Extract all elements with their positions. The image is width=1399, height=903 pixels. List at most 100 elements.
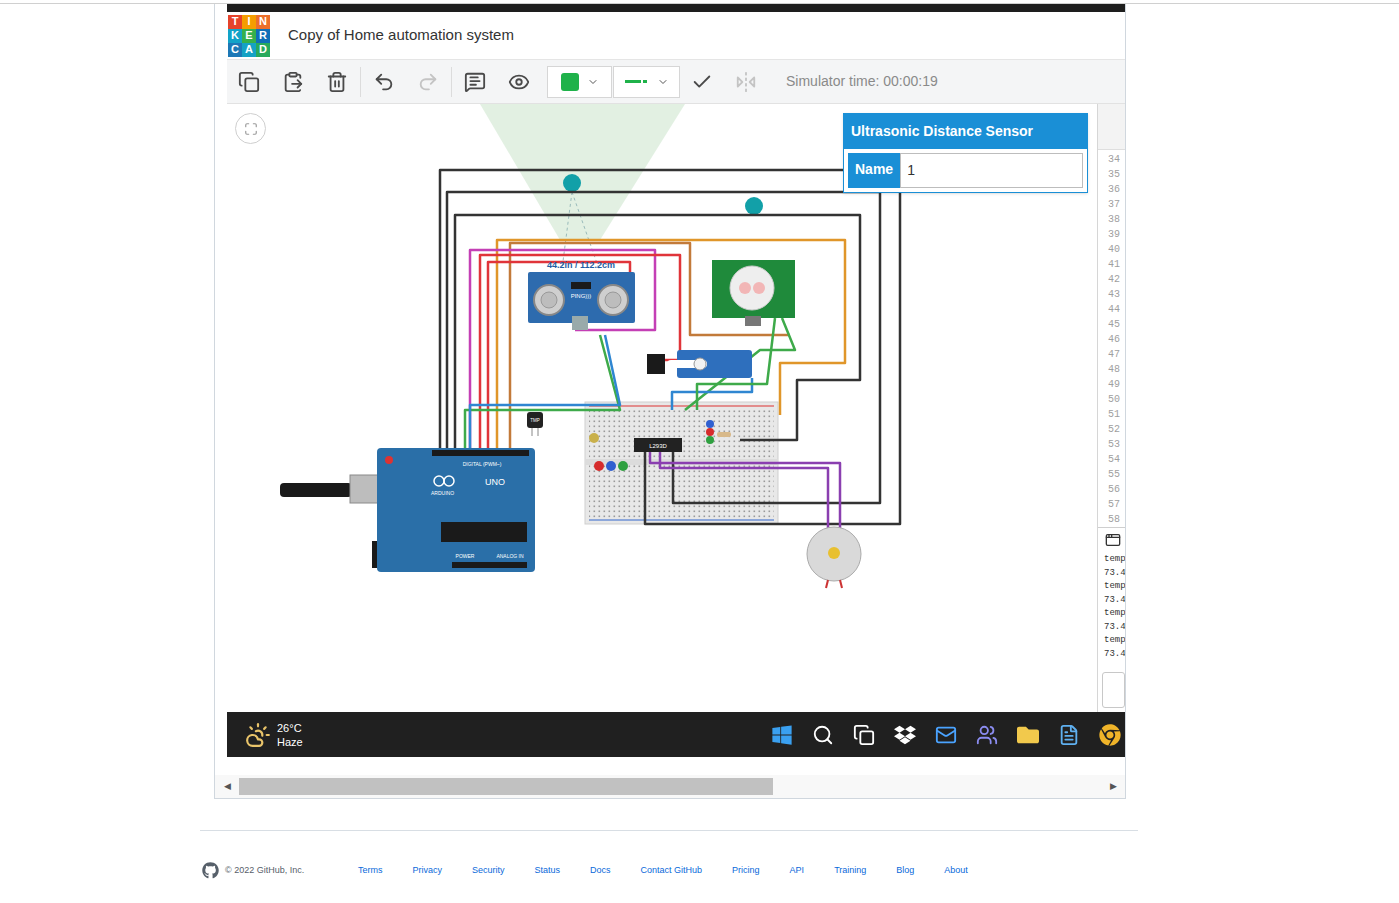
serial-line: 73.4 — [1104, 648, 1125, 662]
power-label: POWER — [456, 553, 475, 559]
circuit-diagram: PING))) 44.2in / 112.2cm TMP L293D DIGITAL (… — [227, 104, 1097, 712]
tinkercad-logo[interactable]: TINKERCAD — [228, 15, 270, 57]
copy-button[interactable] — [227, 60, 271, 104]
line-number: 37 — [1108, 197, 1125, 212]
footer-link[interactable]: Status — [535, 864, 561, 878]
line-number: 39 — [1108, 227, 1125, 242]
wire-color-swatch — [561, 73, 579, 91]
name-field-input[interactable]: 1 — [900, 153, 1083, 188]
simulate-toggle-button[interactable] — [680, 60, 724, 104]
wire-style-picker[interactable] — [613, 66, 680, 98]
code-panel-header — [1098, 104, 1125, 150]
scroll-right-button[interactable]: ▶ — [1101, 780, 1125, 794]
wire[interactable] — [455, 215, 860, 450]
toolbar-separator — [360, 67, 361, 97]
footer-link[interactable]: Privacy — [413, 864, 443, 878]
footer-link[interactable]: Security — [472, 864, 505, 878]
wire[interactable] — [470, 250, 655, 450]
line-number: 51 — [1108, 407, 1125, 422]
wire[interactable] — [480, 255, 680, 450]
footer-link[interactable]: Training — [834, 864, 866, 878]
design-title[interactable]: Copy of Home automation system — [288, 24, 514, 47]
notepad-icon[interactable] — [1058, 724, 1080, 746]
footer-link[interactable]: API — [790, 864, 805, 878]
motion-target[interactable] — [745, 197, 763, 215]
pir-sensor[interactable] — [712, 260, 795, 326]
line-number: 44 — [1108, 302, 1125, 317]
redo-button[interactable] — [406, 60, 450, 104]
windows-start-icon[interactable] — [771, 724, 793, 746]
leds[interactable] — [589, 420, 731, 471]
scroll-left-button[interactable]: ◀ — [215, 780, 239, 794]
taskbar: 26°CHaze — [227, 712, 1125, 757]
undo-icon — [373, 71, 395, 93]
footer-link[interactable]: Docs — [590, 864, 611, 878]
weather-widget[interactable]: 26°CHaze — [245, 721, 771, 749]
undo-button[interactable] — [362, 60, 406, 104]
logo-letter: R — [256, 29, 270, 43]
footer-link[interactable]: Pricing — [732, 864, 760, 878]
wire-color-picker[interactable] — [547, 66, 612, 98]
footer-link[interactable]: About — [944, 864, 968, 878]
footer: © 2022 GitHub, Inc.TermsPrivacySecurityS… — [200, 830, 1138, 879]
code-editor[interactable]: 3435363738394041424344454647484950515253… — [1098, 150, 1125, 527]
arduino-brand: ARDUINO — [431, 490, 454, 496]
github-logo-icon[interactable] — [202, 862, 219, 879]
line-number: 34 — [1108, 152, 1125, 167]
notes-button[interactable] — [453, 60, 497, 104]
servo-motor[interactable] — [647, 350, 752, 378]
taskbar-apps — [771, 724, 1121, 746]
chevron-down-icon — [657, 76, 669, 88]
wire[interactable] — [660, 450, 828, 580]
scroll-track[interactable] — [239, 778, 1101, 795]
redo-icon — [417, 71, 439, 93]
file-explorer-icon[interactable] — [1017, 724, 1039, 746]
cloud-sun-icon — [245, 722, 271, 748]
target-object[interactable] — [563, 174, 581, 192]
wire[interactable] — [510, 243, 790, 450]
fit-view-button[interactable] — [235, 113, 266, 144]
circuit-canvas[interactable]: PING))) 44.2in / 112.2cm TMP L293D DIGITAL (… — [227, 104, 1097, 712]
footer-link[interactable]: Terms — [358, 864, 383, 878]
logo-letter: A — [242, 43, 256, 57]
search-icon[interactable] — [812, 724, 834, 746]
chrome-icon[interactable] — [1099, 724, 1121, 746]
serial-output: temp73.4temp73.4temp73.4temp73.4 — [1098, 551, 1125, 661]
motor-driver-chip[interactable]: L293D — [634, 438, 682, 452]
wire[interactable] — [465, 335, 620, 450]
line-number: 55 — [1108, 467, 1125, 482]
scroll-thumb[interactable] — [239, 778, 773, 795]
serial-input[interactable] — [1102, 672, 1125, 708]
arduino-model: UNO — [485, 477, 505, 487]
horizontal-scrollbar[interactable]: ◀▶ — [215, 775, 1125, 798]
check-icon — [691, 71, 713, 93]
footer-link[interactable]: Blog — [896, 864, 914, 878]
distance-reading: 44.2in / 112.2cm — [547, 260, 615, 270]
logo-letter: C — [228, 43, 242, 57]
arduino-uno[interactable]: DIGITAL (PWM~)UNOARDUINOPOWERANALOG IN — [280, 448, 535, 572]
flip-icon — [735, 71, 757, 93]
serial-line: 73.4 — [1104, 594, 1125, 608]
digital-label: DIGITAL (PWM~) — [463, 461, 502, 467]
name-field-row: Name1 — [844, 149, 1087, 192]
ultrasonic-sensor[interactable]: PING))) — [528, 272, 635, 330]
dc-motor[interactable] — [807, 527, 861, 588]
flip-button[interactable] — [724, 60, 768, 104]
paste-button[interactable] — [271, 60, 315, 104]
temperature-sensor[interactable]: TMP — [527, 412, 543, 436]
line-number: 38 — [1108, 212, 1125, 227]
temp-sensor-label: TMP — [530, 418, 540, 423]
inspector-button[interactable] — [497, 60, 541, 104]
delete-button[interactable] — [315, 60, 359, 104]
toolbar-separator — [451, 67, 452, 97]
driver-chip-label: L293D — [649, 443, 667, 449]
line-number: 47 — [1108, 347, 1125, 362]
teams-icon[interactable] — [976, 724, 998, 746]
mail-icon[interactable] — [935, 724, 957, 746]
line-number: 54 — [1108, 452, 1125, 467]
footer-link[interactable]: Contact GitHub — [641, 864, 703, 878]
page: TINKERCAD Copy of Home automation system S… — [0, 0, 1399, 903]
wire[interactable] — [497, 240, 845, 450]
dropbox-icon[interactable] — [894, 724, 916, 746]
task-view-icon[interactable] — [853, 724, 875, 746]
